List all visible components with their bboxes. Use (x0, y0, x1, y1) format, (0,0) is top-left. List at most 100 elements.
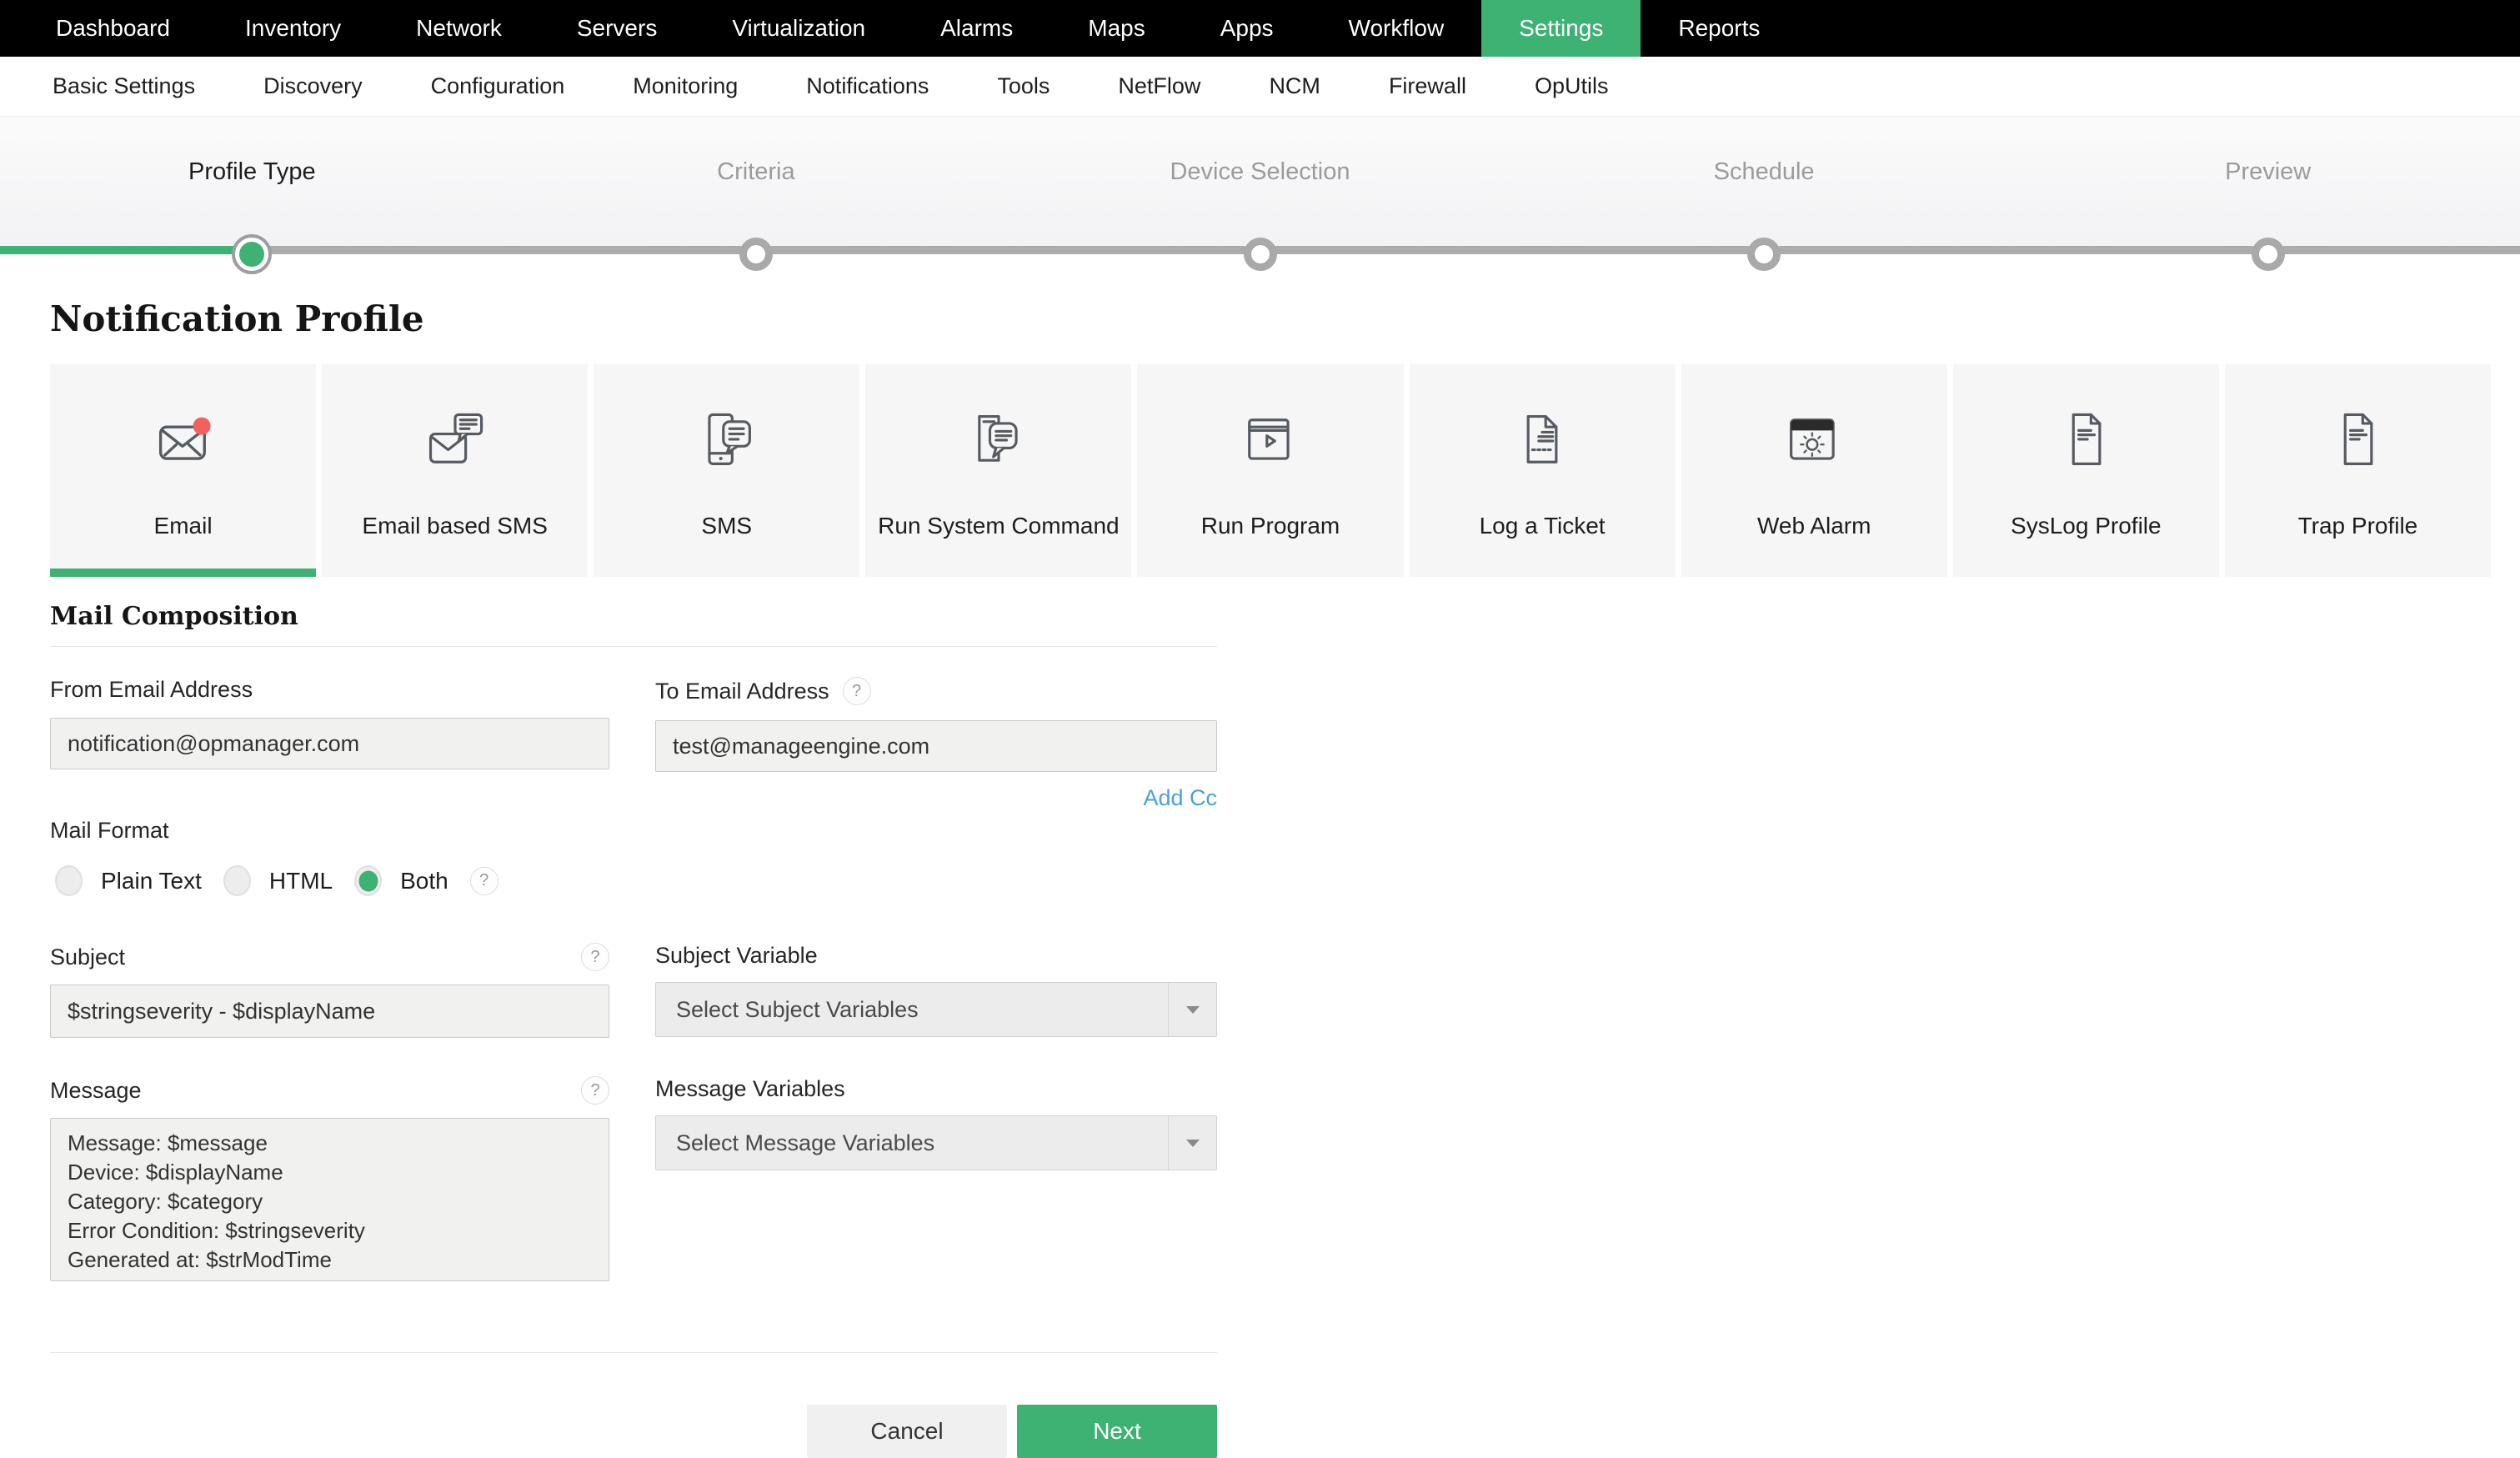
radio-plain-text[interactable]: Plain Text (55, 865, 202, 896)
mail-composition-heading: Mail Composition (50, 602, 298, 631)
step-preview[interactable]: Preview (2016, 117, 2520, 250)
subject-help-icon[interactable]: ? (581, 943, 609, 971)
message-variables-select[interactable]: Select Message Variables (655, 1115, 1217, 1170)
tile-email[interactable]: Email (50, 364, 317, 577)
tile-label: Log a Ticket (1479, 513, 1606, 539)
to-email-label: To Email Address ? (655, 677, 1217, 705)
sms-icon (694, 403, 760, 479)
tile-email-based-sms[interactable]: Email based SMS (322, 364, 589, 577)
subnav-item-discovery[interactable]: Discovery (229, 57, 397, 116)
subject-variable-label: Subject Variable (655, 943, 818, 968)
step-label: Device Selection (1170, 158, 1350, 185)
radio-circle-html[interactable] (223, 865, 251, 896)
actions-divider (50, 1352, 1217, 1353)
tile-web-alarm[interactable]: Web Alarm (1681, 364, 1947, 577)
radio-circle-both[interactable] (354, 865, 383, 896)
message-help-icon[interactable]: ? (581, 1076, 609, 1105)
tile-label: SysLog Profile (2011, 513, 2162, 539)
message-field[interactable]: Message: $message Device: $displayName C… (50, 1118, 609, 1281)
subnav-item-tools[interactable]: Tools (963, 57, 1084, 116)
step-label: Preview (2225, 158, 2312, 185)
from-email-field[interactable] (50, 718, 609, 769)
wizard-stepper: Profile Type Criteria Device Selection S… (0, 117, 2520, 274)
to-email-field[interactable] (655, 720, 1217, 772)
add-cc-link[interactable]: Add Cc (655, 785, 1217, 811)
radio-circle-plain-text[interactable] (55, 865, 83, 896)
step-criteria[interactable]: Criteria (504, 117, 1009, 250)
run-program-icon (1237, 403, 1304, 479)
topnav-item-settings[interactable]: Settings (1481, 0, 1641, 57)
settings-sub-nav: Basic Settings Discovery Configuration M… (0, 57, 2520, 117)
tile-label: Trap Profile (2297, 513, 2418, 539)
mail-format-label: Mail Format (50, 818, 169, 843)
radio-both[interactable]: Both (354, 865, 448, 896)
message-variables-group: Message Variables Select Message Variabl… (655, 1076, 1217, 1285)
step-dot-preview[interactable] (2251, 238, 2285, 271)
tile-label: Run System Command (878, 513, 1120, 539)
topnav-item-inventory[interactable]: Inventory (208, 0, 378, 57)
subject-variable-select[interactable]: Select Subject Variables (655, 982, 1217, 1037)
topnav-item-alarms[interactable]: Alarms (903, 0, 1050, 57)
topnav-item-reports[interactable]: Reports (1641, 0, 1797, 57)
topnav-item-workflow[interactable]: Workflow (1311, 0, 1482, 57)
subnav-item-basic-settings[interactable]: Basic Settings (18, 57, 229, 116)
to-email-help-icon[interactable]: ? (842, 677, 871, 705)
profile-type-tiles: Email Email based SMS SMS Run System Com… (50, 364, 2491, 577)
tile-run-system-command[interactable]: Run System Command (865, 364, 1132, 577)
step-label: Schedule (1713, 158, 1815, 185)
step-label: Criteria (717, 158, 795, 185)
subnav-item-netflow[interactable]: NetFlow (1084, 57, 1235, 116)
mail-format-help-icon[interactable]: ? (469, 866, 498, 895)
syslog-icon (2052, 403, 2119, 479)
subnav-item-notifications[interactable]: Notifications (772, 57, 963, 116)
tile-label: Web Alarm (1757, 513, 1871, 539)
subnav-item-monitoring[interactable]: Monitoring (599, 57, 772, 116)
email-sms-icon (422, 403, 488, 479)
subject-group: Subject ? (50, 943, 609, 1038)
from-email-label: From Email Address (50, 677, 253, 702)
step-profile-type[interactable]: Profile Type (0, 117, 504, 250)
tile-log-a-ticket[interactable]: Log a Ticket (1409, 364, 1676, 577)
topnav-item-dashboard[interactable]: Dashboard (18, 0, 208, 57)
message-variables-label: Message Variables (655, 1076, 845, 1101)
tile-label: Email based SMS (362, 513, 548, 539)
tile-label: Run Program (1200, 513, 1340, 539)
stepper-progress (0, 246, 253, 254)
page-title: Notification Profile (50, 298, 424, 339)
step-dot-schedule[interactable] (1747, 238, 1781, 271)
mail-composition-form: From Email Address To Email Address ? Ad… (50, 647, 1217, 1285)
topnav-item-network[interactable]: Network (378, 0, 539, 57)
subnav-item-ncm[interactable]: NCM (1235, 57, 1355, 116)
message-group: Message ? Message: $message Device: $dis… (50, 1076, 609, 1285)
tile-label: Email (153, 513, 213, 539)
radio-html[interactable]: HTML (223, 865, 333, 896)
step-dot-criteria[interactable] (739, 238, 773, 271)
step-label: Profile Type (188, 158, 316, 185)
step-dot-profile-type[interactable] (232, 234, 273, 274)
tile-label: SMS (701, 513, 753, 539)
web-alarm-icon (1781, 403, 1847, 479)
message-label: Message ? (50, 1076, 609, 1105)
subject-field[interactable] (50, 985, 609, 1038)
tile-syslog-profile[interactable]: SysLog Profile (1952, 364, 2219, 577)
tile-run-program[interactable]: Run Program (1137, 364, 1404, 577)
topnav-item-apps[interactable]: Apps (1183, 0, 1311, 57)
subnav-item-firewall[interactable]: Firewall (1355, 57, 1500, 116)
subnav-item-configuration[interactable]: Configuration (397, 57, 599, 116)
next-button[interactable]: Next (1017, 1405, 1217, 1458)
topnav-item-servers[interactable]: Servers (539, 0, 694, 57)
actions-bar: Cancel Next (50, 1405, 1217, 1458)
step-device-selection[interactable]: Device Selection (1008, 117, 1512, 250)
subnav-item-oputils[interactable]: OpUtils (1500, 57, 1643, 116)
log-ticket-icon (1509, 403, 1576, 479)
cancel-button[interactable]: Cancel (807, 1405, 1007, 1458)
tile-sms[interactable]: SMS (594, 364, 860, 577)
email-icon (150, 403, 217, 479)
run-system-command-icon (965, 403, 1032, 479)
step-dot-device-selection[interactable] (1243, 238, 1277, 271)
step-schedule[interactable]: Schedule (1512, 117, 2017, 250)
topnav-item-virtualization[interactable]: Virtualization (694, 0, 903, 57)
tile-trap-profile[interactable]: Trap Profile (2224, 364, 2491, 577)
top-nav: Dashboard Inventory Network Servers Virt… (0, 0, 2520, 57)
topnav-item-maps[interactable]: Maps (1050, 0, 1182, 57)
